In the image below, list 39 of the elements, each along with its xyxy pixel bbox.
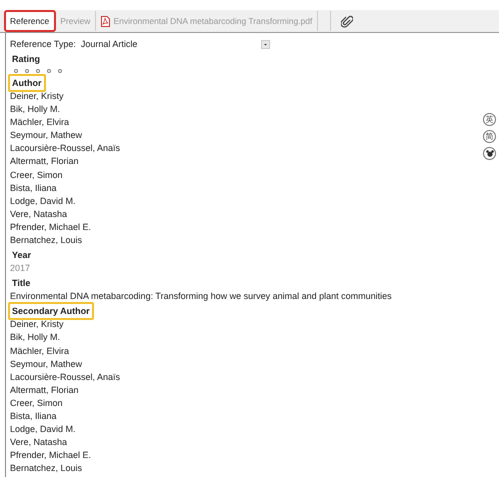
field-label: Year xyxy=(11,248,32,262)
field-value: Environmental DNA metabarcoding: Transforming how we survey animal and plant communities xyxy=(10,290,392,304)
field-value: Bik, Holly M. xyxy=(10,331,60,344)
field-value: Deiner, Kristy xyxy=(10,90,64,103)
tab[interactable]: Reference xyxy=(5,11,56,31)
field-value: Seymour, Mathew xyxy=(10,358,82,371)
round-button[interactable]: 英 xyxy=(483,113,496,126)
field-value: Deiner, Kristy xyxy=(10,318,64,332)
field-value: Creer, Simon xyxy=(10,396,63,410)
field-value: Lacoursière-Roussel, Anaïs xyxy=(10,370,120,384)
mascot-icon[interactable] xyxy=(483,147,496,160)
field-label: Title xyxy=(11,276,32,290)
field-value: Bernatchez, Louis xyxy=(10,234,82,248)
field-value: Vere, Natasha xyxy=(10,436,68,450)
field-value: Altermatt, Florian xyxy=(10,155,79,168)
field-value: Bernatchez, Louis xyxy=(10,462,82,476)
field-value: Lodge, David M. xyxy=(10,194,76,208)
field-value: Bik, Holly M. xyxy=(10,103,60,116)
field-value: Bista, Iliana xyxy=(10,410,57,423)
field-value: Pfrender, Michael E. xyxy=(10,220,92,234)
field-value: Mächler, Elvira xyxy=(10,116,70,130)
field-label: Secondary Author xyxy=(8,302,94,320)
field-value: Mächler, Elvira xyxy=(10,344,70,358)
pdf-file-icon xyxy=(101,16,110,26)
field-label: Reference Type: xyxy=(10,39,76,49)
field-label: Author xyxy=(8,74,46,92)
field-value: Creer, Simon xyxy=(10,168,63,182)
field-label: Rating xyxy=(11,52,41,66)
field-value: 2017 xyxy=(10,262,30,276)
reference-type-value[interactable]: Journal Article xyxy=(80,39,261,49)
field-value: Lacoursière-Roussel, Anaïs xyxy=(10,142,120,156)
field-value: Seymour, Mathew xyxy=(10,129,82,142)
round-button[interactable]: 简 xyxy=(483,130,496,143)
field-value: Bista, Iliana xyxy=(10,182,57,195)
field-value: Vere, Natasha xyxy=(10,208,68,221)
field-value: Altermatt, Florian xyxy=(10,384,79,397)
paperclip-icon[interactable] xyxy=(341,14,354,28)
field-value: Lodge, David M. xyxy=(10,423,76,436)
field-value: Pfrender, Michael E. xyxy=(10,449,92,462)
